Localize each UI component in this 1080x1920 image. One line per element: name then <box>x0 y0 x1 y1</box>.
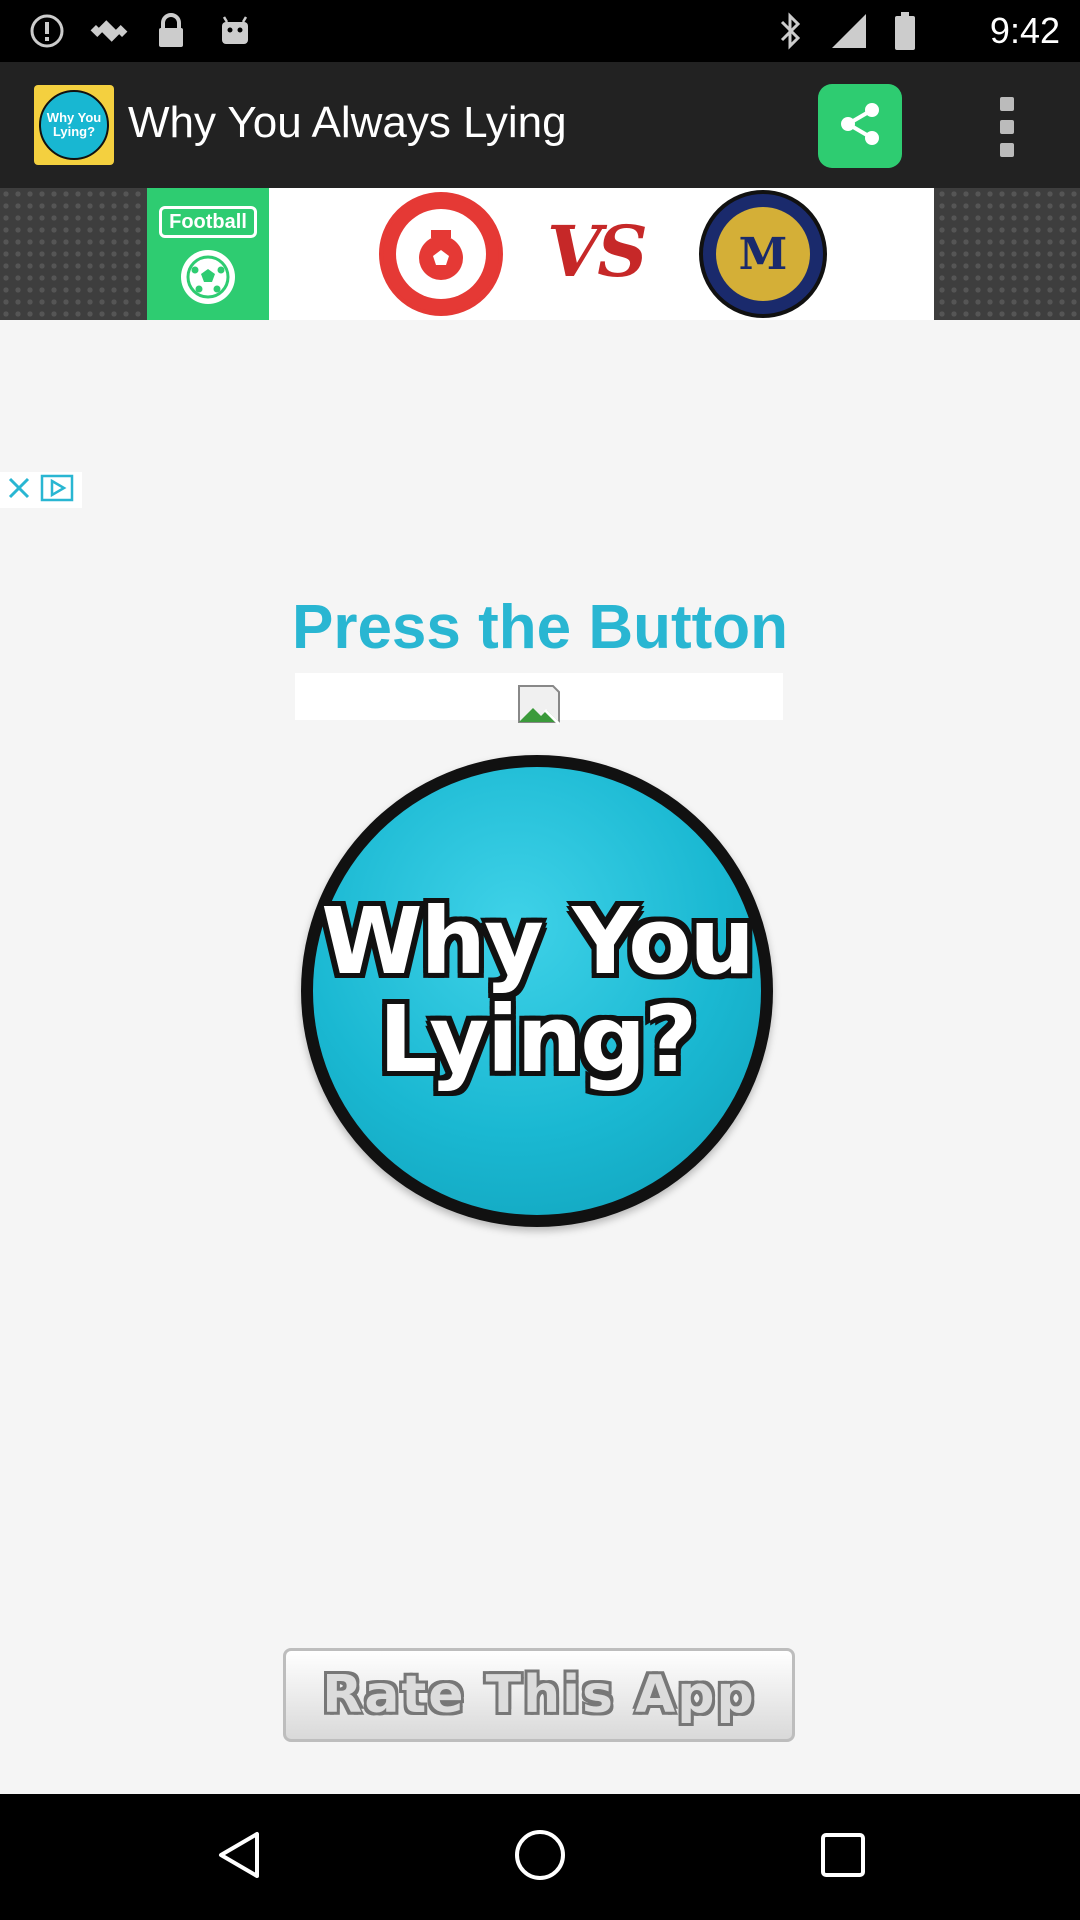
status-bar: 9:42 <box>0 0 1080 62</box>
button-label-line1: Why You <box>321 888 755 995</box>
why-you-lying-button[interactable]: Why You Lying? <box>301 755 773 1227</box>
bluetooth-icon <box>772 12 810 50</box>
button-label: Why You Lying? <box>321 888 755 1093</box>
team-crest-letter: M <box>716 207 810 301</box>
back-icon <box>213 1828 267 1887</box>
broken-image-icon <box>515 680 563 728</box>
home-icon <box>512 1827 568 1888</box>
back-button[interactable] <box>210 1827 270 1887</box>
home-button[interactable] <box>510 1827 570 1887</box>
rate-app-button[interactable]: Rate This App <box>283 1648 795 1742</box>
signal-icon <box>830 12 868 50</box>
system-nav-bar <box>0 1794 1080 1920</box>
adchoices-icon[interactable] <box>40 473 74 508</box>
ad-vs-text: VS <box>547 210 648 293</box>
alert-icon <box>28 12 66 50</box>
lock-icon <box>152 12 190 50</box>
share-button[interactable] <box>818 84 902 168</box>
overflow-dot <box>1000 143 1014 157</box>
overflow-menu-icon <box>1000 97 1014 111</box>
app-toolbar: Why You Lying? Why You Always Lying <box>0 62 1080 188</box>
soccer-ball-crest <box>396 209 486 299</box>
fake-gps-icon <box>90 12 128 50</box>
overflow-dot <box>1000 120 1014 134</box>
share-icon <box>834 98 886 155</box>
ad-choices[interactable] <box>0 472 82 508</box>
soccer-ball-icon <box>181 250 235 304</box>
android-icon <box>216 12 254 50</box>
clock-time: 9:42 <box>989 10 1060 51</box>
team-crest-icon <box>379 192 503 316</box>
app-logo: Why You Lying? <box>34 85 114 165</box>
ad-matchup[interactable]: VS M <box>269 188 934 320</box>
ad-football-badge[interactable]: Football <box>147 188 269 320</box>
recents-button[interactable] <box>813 1827 873 1887</box>
battery-icon <box>886 12 924 50</box>
button-face: Why You Lying? <box>313 767 761 1215</box>
button-label-line2: Lying? <box>378 986 698 1093</box>
recents-icon <box>818 1830 868 1885</box>
page-heading: Press the Button <box>291 593 789 662</box>
close-icon[interactable] <box>4 473 34 508</box>
ad-banner[interactable]: Football VS M <box>0 188 1080 508</box>
ad-football-label: Football <box>159 206 257 238</box>
overflow-menu-button[interactable] <box>982 97 1032 157</box>
app-logo-text: Why You Lying? <box>39 90 109 160</box>
app-title: Why You Always Lying <box>128 98 567 147</box>
team-crest-icon: M <box>699 190 827 318</box>
